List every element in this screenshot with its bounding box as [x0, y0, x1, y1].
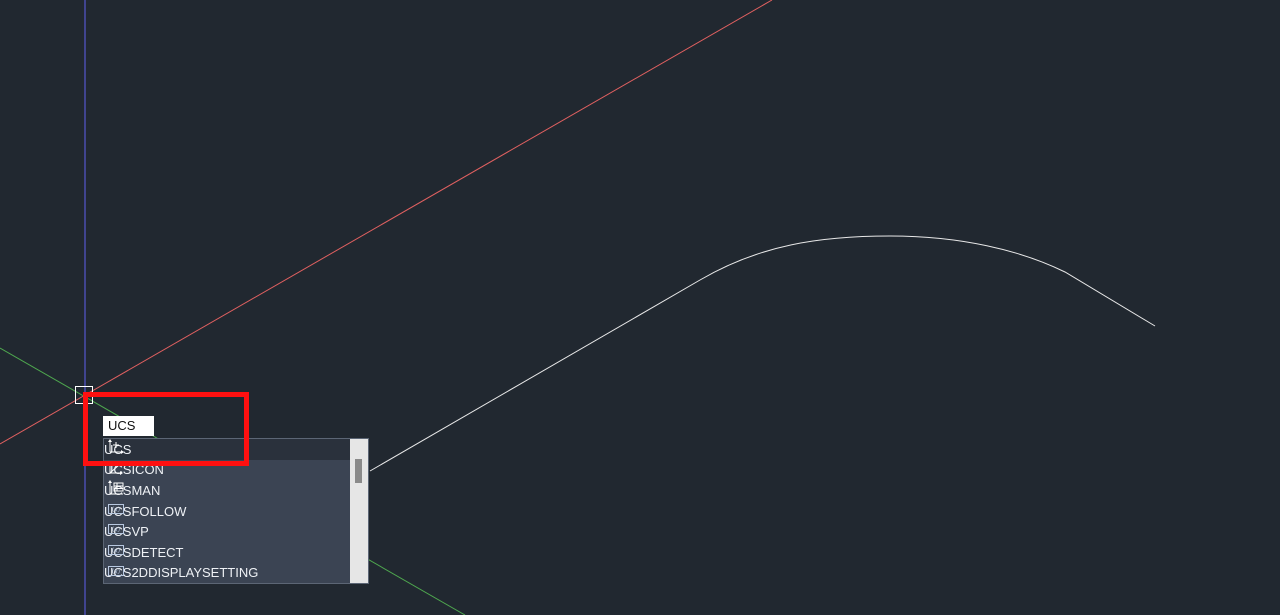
x-axis-line	[0, 0, 773, 445]
system-variable-icon: (x)	[108, 503, 124, 514]
autocomplete-scrollbar[interactable]	[350, 439, 368, 583]
annotation-highlight-box	[83, 392, 249, 466]
svg-text:(x): (x)	[112, 568, 120, 575]
drawing-canvas[interactable]: UCS UCS UCSICON UCSMAN (x) UCSFOLLOW (x)…	[0, 0, 1280, 615]
autocomplete-item-ucsvp[interactable]: (x) UCSVP	[104, 521, 351, 542]
autocomplete-item-ucsdetect[interactable]: (x) UCSDETECT	[104, 542, 351, 563]
svg-text:(x): (x)	[112, 547, 120, 554]
autocomplete-item-ucs2ddisplaysetting[interactable]: (x) UCS2DDISPLAYSETTING	[104, 563, 351, 583]
autocomplete-item-label: UCS2DDISPLAYSETTING	[104, 565, 259, 581]
autocomplete-item-ucsfollow[interactable]: (x) UCSFOLLOW	[104, 501, 351, 522]
system-variable-icon: (x)	[108, 565, 124, 576]
system-variable-icon: (x)	[108, 524, 124, 535]
svg-text:(x): (x)	[112, 527, 120, 534]
spline-curve[interactable]	[369, 235, 1156, 472]
ucs-manager-icon	[108, 480, 124, 495]
system-variable-icon: (x)	[108, 544, 124, 555]
scrollbar-thumb[interactable]	[355, 459, 362, 483]
svg-text:(x): (x)	[112, 506, 120, 513]
autocomplete-item-ucsman[interactable]: UCSMAN	[104, 480, 351, 501]
